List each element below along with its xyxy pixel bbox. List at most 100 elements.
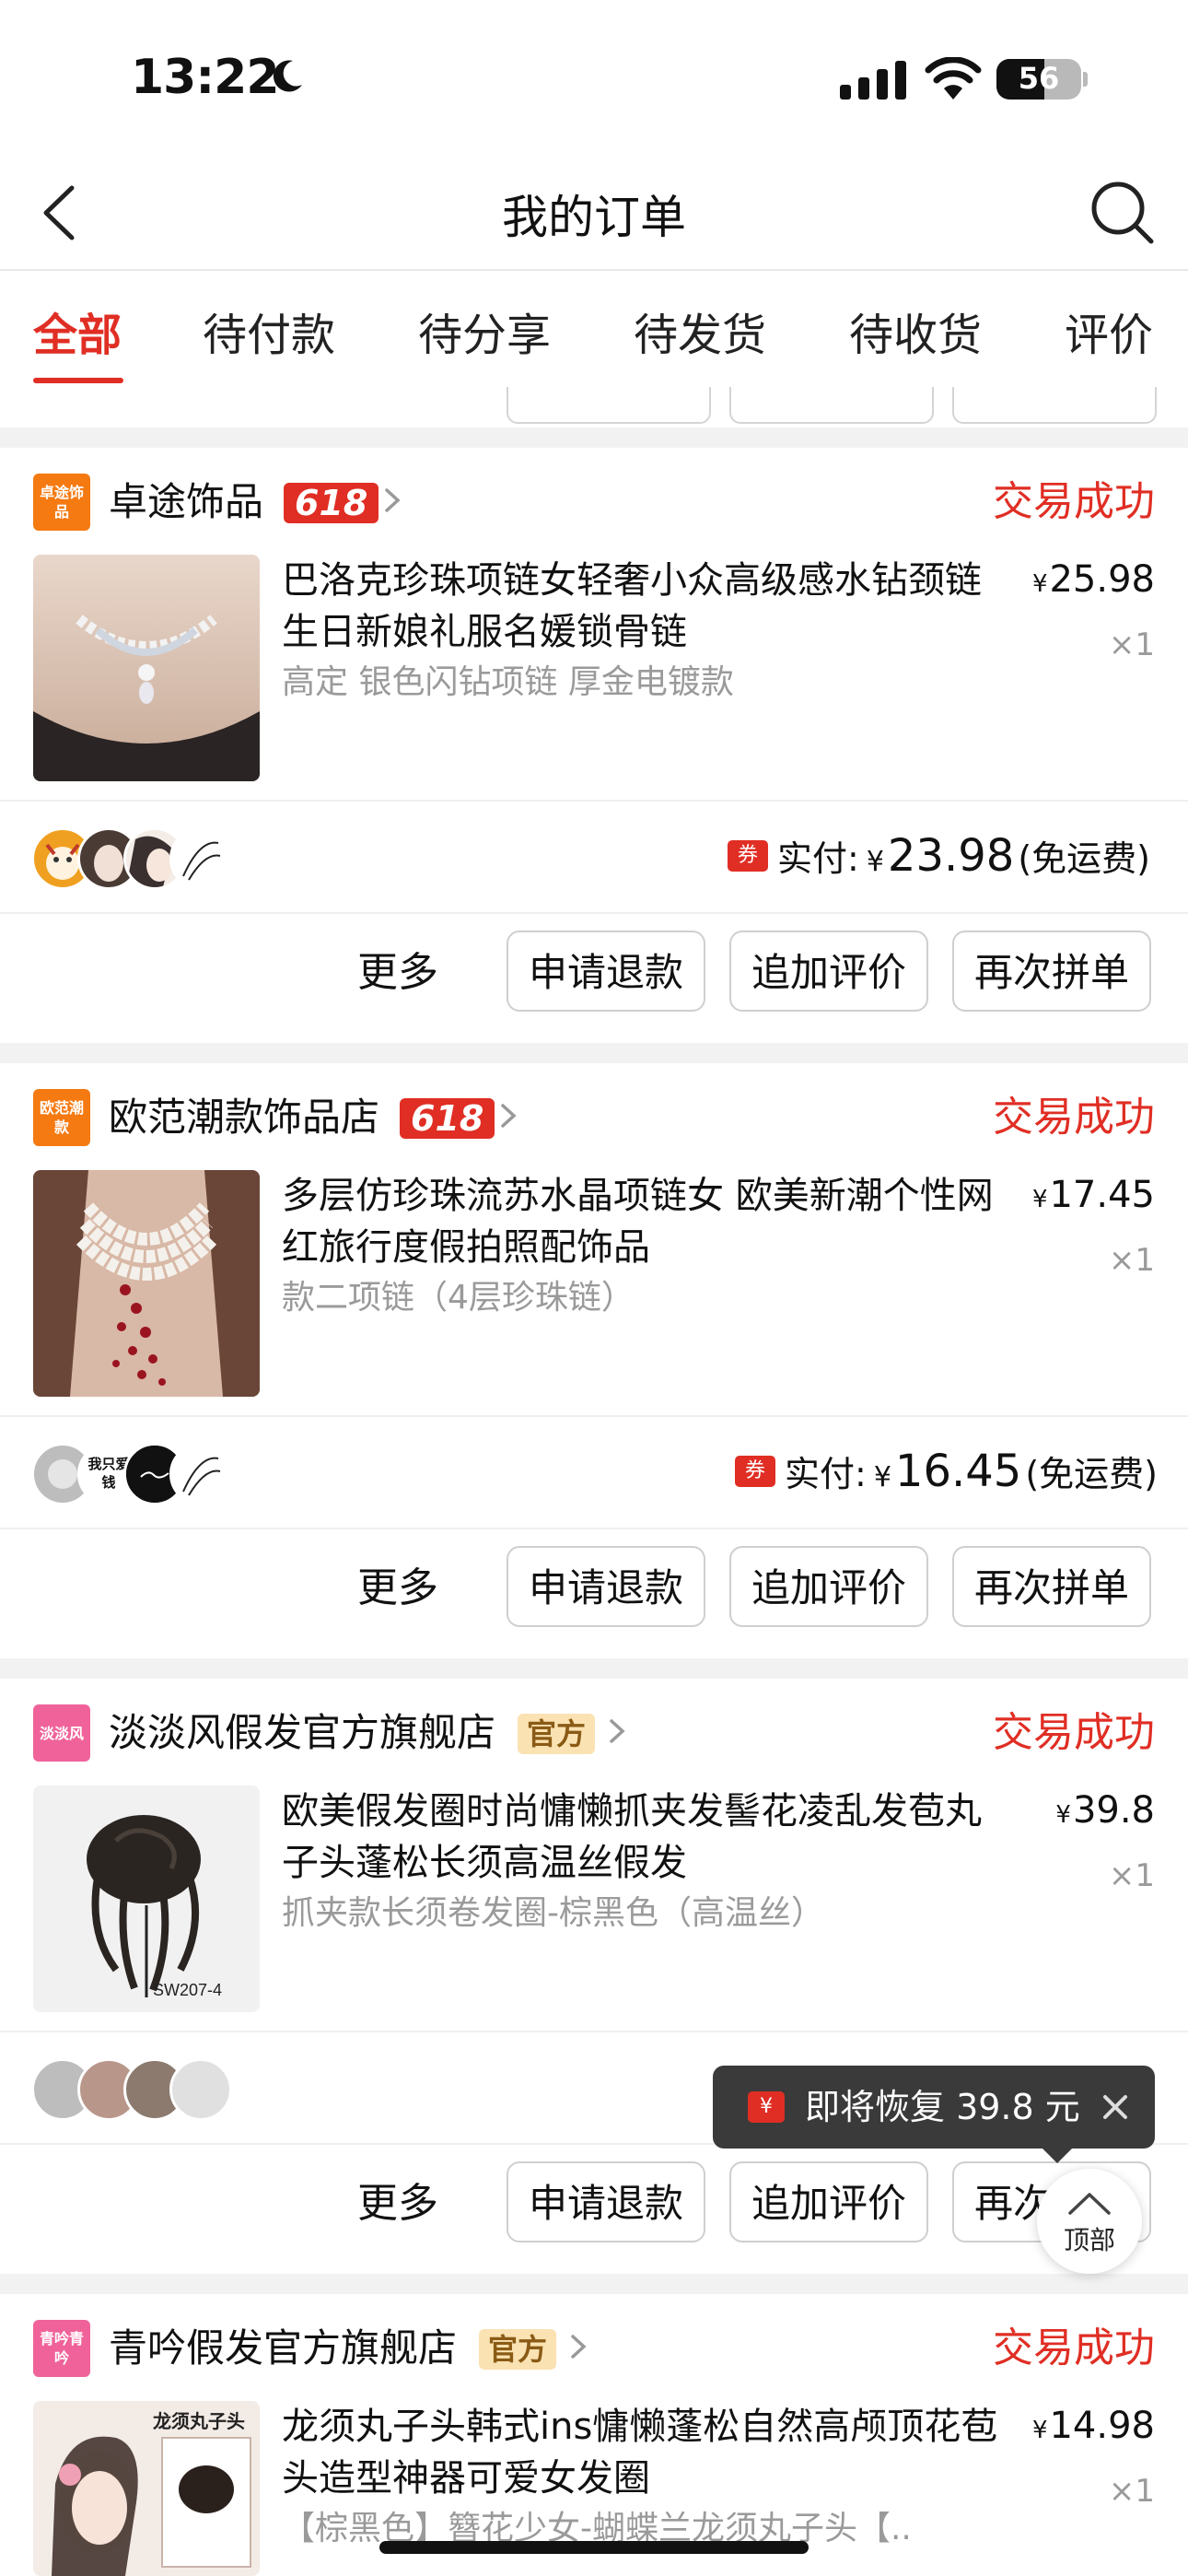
prev-button-ghost [952,387,1157,424]
product-image[interactable] [33,1170,260,1397]
shop-logo: 淡淡风 [33,1704,90,1762]
paid-summary: 实付: ¥16.45 (免运费) [785,1448,1158,1501]
promo-618-badge: 618 [284,483,379,523]
shop-name[interactable]: 淡淡风假发官方旗舰店 [109,1704,495,1762]
home-indicator [379,2541,809,2554]
divider [0,912,1188,914]
more-button[interactable]: 更多 [357,945,438,1001]
yen-symbol: ¥ [1031,1186,1048,1213]
order-card: 淡淡风 淡淡风假发官方旗舰店 官方 交易成功 SW207-4 欧美假发圈时尚慵懒… [0,1679,1188,2274]
prev-button-ghost [507,387,711,424]
add-review-button[interactable]: 追加评价 [729,2161,928,2242]
shop-name[interactable]: 卓途饰品 [109,474,263,531]
shop-name[interactable]: 青吟假发官方旗舰店 [109,2320,457,2377]
add-review-button[interactable]: 追加评价 [729,1546,928,1627]
product-price: ¥25.98 [1032,558,1155,601]
more-button[interactable]: 更多 [357,2176,438,2231]
refund-button[interactable]: 申请退款 [507,931,705,1012]
battery-tip [1083,72,1088,87]
wifi-icon [925,57,982,100]
product-quantity: ×1 [1108,1857,1155,1894]
order-status: 交易成功 [993,2324,1155,2371]
rebuy-button[interactable]: 再次拼单 [952,931,1151,1012]
page-title: 我的订单 [502,191,686,244]
product-quantity: ×1 [1108,1242,1155,1279]
order-card: 欧范潮款 欧范潮款饰品店 618 交易成功 多层仿珍珠流苏水晶项链女 欧美新潮个… [0,1063,1188,1658]
product-price: ¥17.45 [1032,1174,1155,1216]
product-image[interactable]: 龙须丸子头 [33,2401,260,2576]
previous-order-stub [0,387,1188,427]
tab-pending-share[interactable]: 待分享 [418,299,551,363]
price-value: 17.45 [1049,1174,1155,1216]
official-badge: 官方 [518,1714,596,1754]
image-label: SW207-4 [153,1981,223,1999]
yen-symbol: ¥ [1031,2417,1048,2444]
product-quantity: ×1 [1108,626,1155,663]
product-image[interactable]: SW207-4 [33,1786,260,2012]
product-image[interactable] [33,555,260,781]
price-value: 14.98 [1049,2405,1155,2447]
chevron-right-icon[interactable] [608,1712,628,1751]
close-icon[interactable] [1094,2086,1136,2128]
product-price: ¥39.8 [1055,1789,1155,1832]
shop-logo: 青吟青吟 [33,2320,90,2377]
chevron-up-icon [1068,2193,1111,2215]
tab-pending-payment[interactable]: 待付款 [203,299,335,363]
product-title[interactable]: 巴洛克珍珠项链女轻奢小众高级感水钻颈链生日新娘礼服名媛锁骨链 [282,555,1000,658]
chevron-right-icon[interactable] [569,2327,589,2366]
tab-all[interactable]: 全部 [33,299,122,363]
yen-symbol: ¥ [1055,1801,1071,1829]
order-status: 交易成功 [993,1709,1155,1756]
paid-summary: 实付: ¥23.98 (免运费) [777,833,1150,885]
order-card: 卓途饰品 卓途饰品 618 交易成功 巴洛克珍珠项链女轻奢小众高级感水钻颈链生日… [0,448,1188,1043]
more-button[interactable]: 更多 [357,1561,438,1616]
yen-symbol: ¥ [866,846,884,878]
search-icon[interactable] [1087,177,1157,247]
back-to-top-label: 顶部 [1063,2225,1115,2255]
product-spec: 抓夹款长须卷发圈-棕黑色（高温丝） [282,1894,824,1932]
add-review-button[interactable]: 追加评价 [729,931,928,1012]
divider [0,1415,1188,1417]
product-title[interactable]: 龙须丸子头韩式ins慵懒蓬松自然高颅顶花苞头造型神器可爱女发圈 [282,2401,1000,2504]
refund-button[interactable]: 申请退款 [507,2161,705,2242]
avatar [169,827,232,890]
product-price: ¥14.98 [1032,2405,1155,2447]
divider [0,1528,1188,1529]
chevron-right-icon[interactable] [499,1096,519,1135]
battery-icon: 56 [996,59,1081,100]
shipping-note: (免运费) [1018,838,1150,879]
shop-logo: 欧范潮款 [33,1089,90,1146]
official-badge: 官方 [479,2329,557,2370]
refund-button[interactable]: 申请退款 [507,1546,705,1627]
back-to-top-button[interactable]: 顶部 [1037,2169,1142,2274]
tab-pending-shipment[interactable]: 待发货 [634,299,766,363]
rebuy-button[interactable]: 再次拼单 [952,1546,1151,1627]
moon-icon [273,60,302,92]
prev-button-ghost [729,387,934,424]
chevron-right-icon[interactable] [383,481,403,520]
order-status: 交易成功 [993,1094,1155,1141]
active-tab-indicator [33,378,123,383]
tab-review[interactable]: 评价 [1065,299,1153,363]
price-value: 39.8 [1072,1789,1155,1832]
product-title[interactable]: 欧美假发圈时尚慵懒抓夹发髻花凌乱发苞丸子头蓬松长须高温丝假发 [282,1786,1000,1889]
price-value: 25.98 [1049,558,1155,601]
yen-symbol: ¥ [873,1461,891,1493]
paid-amount: 23.98 [887,830,1015,882]
yen-symbol: ¥ [1031,570,1048,598]
avatar [169,1443,232,1505]
order-status: 交易成功 [993,478,1155,525]
order-tabs: 全部 待付款 待分享 待发货 待收货 评价 [0,271,1188,387]
paid-amount: 16.45 [894,1446,1022,1497]
toast-pointer [1041,2147,1074,2163]
tab-pending-receipt[interactable]: 待收货 [849,299,982,363]
product-title[interactable]: 多层仿珍珠流苏水晶项链女 欧美新潮个性网红旅行度假拍照配饰品 [282,1170,1000,1273]
signal-icon [840,61,906,100]
coupon-icon: ¥ [748,2091,785,2123]
nav-bar: 我的订单 [0,157,1188,271]
order-card: 青吟青吟 青吟假发官方旗舰店 官方 交易成功 龙须丸子头 龙须丸子头韩式ins慵… [0,2294,1188,2576]
shop-name[interactable]: 欧范潮款饰品店 [109,1089,379,1146]
promo-618-badge: 618 [400,1098,495,1139]
coupon-icon: 券 [735,1456,775,1487]
restore-toast[interactable]: ¥ 即将恢复 39.8 元 [713,2066,1155,2149]
